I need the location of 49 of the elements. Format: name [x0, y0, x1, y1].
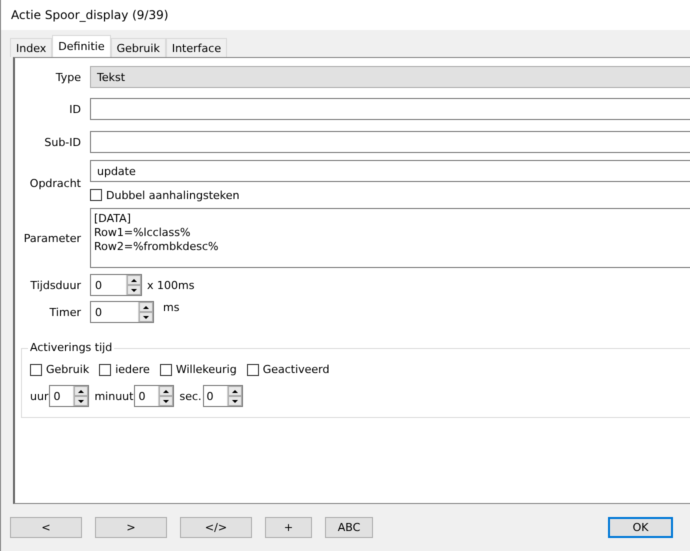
spin-field[interactable]: 0 — [49, 385, 90, 407]
spin-arrows-icon[interactable] — [138, 302, 153, 322]
spin-arrows-icon[interactable] — [158, 386, 174, 406]
checkbox[interactable] — [90, 189, 102, 201]
button[interactable]: ABC — [325, 516, 373, 538]
parameter-textarea[interactable]: [DATA] Row1=%lcclass% Row2=%frombkdesc% — [90, 208, 690, 268]
tab[interactable]: Interface — [166, 38, 228, 57]
spin-arrows-icon[interactable] — [73, 386, 88, 406]
checkbox-label: Geactiveerd — [262, 363, 330, 376]
tab[interactable]: Index — [10, 38, 52, 57]
spin-label: sec. — [179, 390, 202, 402]
checkbox-label: Gebruik — [46, 363, 90, 376]
field-label: Tijdsduur — [29, 278, 82, 292]
checkbox[interactable] — [99, 364, 112, 376]
button[interactable]: > — [95, 516, 167, 538]
spin-field[interactable]: 0 — [90, 301, 154, 323]
group-title: Activerings tijd — [28, 341, 114, 354]
button[interactable]: < — [10, 516, 82, 538]
tab[interactable]: Definitie — [52, 35, 111, 57]
spin-label: uur — [30, 390, 48, 402]
opdracht-field[interactable]: update — [90, 160, 690, 182]
unit-label: ms — [163, 301, 180, 314]
unit-label: x 100ms — [147, 278, 194, 292]
tab[interactable]: Gebruik — [110, 38, 166, 57]
field-label: Opdracht — [28, 177, 82, 190]
checkbox[interactable] — [30, 364, 42, 376]
button[interactable]: OK — [608, 516, 673, 538]
button[interactable]: </> — [180, 516, 252, 538]
spin-arrows-icon[interactable] — [126, 275, 141, 295]
spin-label: minuut — [94, 390, 134, 402]
button[interactable]: + — [265, 516, 312, 538]
checkbox-label: Willekeurig — [176, 363, 237, 376]
checkbox[interactable] — [246, 364, 259, 376]
checkbox-label: Dubbel aanhalingsteken — [106, 188, 240, 202]
id-field[interactable] — [90, 98, 690, 120]
field-label: Parameter — [22, 232, 82, 244]
spin-field[interactable]: 0 — [202, 385, 243, 407]
field-label: Timer — [48, 306, 82, 318]
field-label: Type — [54, 70, 82, 84]
spin-arrows-icon[interactable] — [226, 386, 242, 406]
field-label: Sub-ID — [43, 136, 82, 148]
checkbox[interactable] — [160, 364, 172, 376]
checkbox-label: iedere — [115, 363, 150, 376]
spin-field[interactable]: 0 — [90, 274, 142, 296]
type-field[interactable]: Tekst — [90, 66, 690, 88]
spin-field[interactable]: 0 — [134, 385, 174, 407]
window-title: Actie Spoor_display (9/39) — [11, 8, 168, 22]
field-label: ID — [68, 102, 82, 116]
sub-id-field[interactable] — [90, 131, 690, 153]
